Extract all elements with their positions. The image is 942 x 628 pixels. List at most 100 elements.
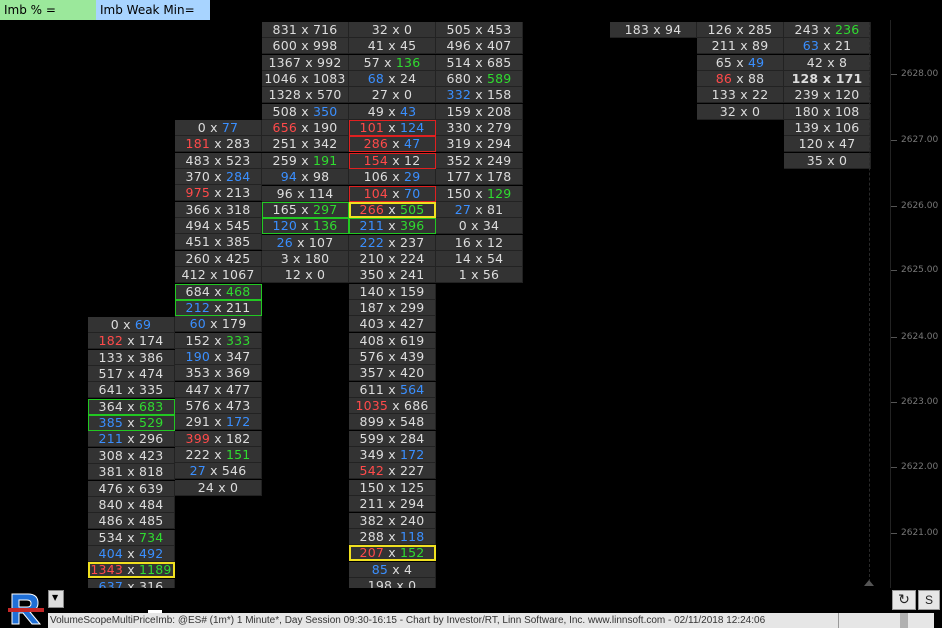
footprint-cell: 85 x 4: [349, 561, 436, 578]
bid-volume: 1: [458, 267, 467, 283]
bid-volume: 165: [272, 201, 298, 217]
bid-volume: 32: [371, 22, 389, 37]
footprint-cell: 181 x 283: [175, 136, 262, 153]
ask-volume: 190: [312, 120, 338, 136]
bid-volume: 370: [185, 169, 211, 185]
separator-x: x: [471, 38, 487, 54]
bid-volume: 349: [359, 447, 385, 463]
separator-x: x: [384, 414, 400, 430]
horizontal-scrollbar[interactable]: [838, 613, 934, 628]
bid-volume: 385: [98, 415, 124, 431]
separator-x: x: [471, 234, 487, 250]
chart-dropdown-button[interactable]: [48, 590, 64, 608]
bid-volume: 611: [359, 381, 385, 397]
ask-volume: 818: [138, 464, 164, 480]
bid-volume: 182: [98, 333, 124, 349]
separator-x: x: [384, 283, 400, 299]
ask-volume: 22: [752, 87, 769, 103]
separator-x: x: [471, 54, 487, 70]
bid-volume: 1035: [355, 398, 389, 414]
bid-volume: 96: [276, 185, 293, 201]
footprint-cell: 447 x 477: [175, 381, 262, 398]
bid-volume: 60: [189, 316, 206, 332]
bid-volume: 403: [359, 316, 385, 332]
footprint-cell: 332 x 158: [436, 87, 523, 104]
bid-volume: 534: [98, 529, 124, 545]
bid-volume: 57: [363, 54, 380, 70]
footprint-cell: 65 x 49: [697, 54, 784, 71]
bid-volume: 85: [371, 561, 389, 577]
imb-weak-min-label: Imb Weak Min= 25: [96, 0, 210, 37]
footprint-cell: 266 x 505: [349, 201, 436, 218]
s-button[interactable]: S: [918, 590, 940, 610]
footprint-cell: 291 x 172: [175, 414, 262, 431]
ask-volume: 237: [399, 234, 425, 250]
price-tick: [891, 206, 897, 207]
ask-volume: 477: [225, 381, 251, 397]
separator-x: x: [292, 234, 309, 250]
ask-volume: 0: [230, 479, 239, 495]
footprint-cell: 385 x 529: [88, 415, 175, 432]
bid-volume: 259: [272, 152, 298, 168]
bid-volume: 177: [446, 169, 472, 185]
ask-volume: 236: [834, 22, 860, 37]
separator-x: x: [210, 136, 226, 152]
bid-volume: 222: [185, 447, 211, 462]
footprint-cell: 1035 x 686: [349, 398, 436, 415]
footprint-cell: 308 x 423: [88, 447, 175, 464]
footprint-cell: 126 x 285: [697, 22, 784, 38]
ask-volume: 88: [747, 71, 765, 87]
separator-x: x: [384, 479, 400, 495]
refresh-icon[interactable]: ↻: [892, 590, 916, 610]
footprint-cell: 182 x 174: [88, 333, 175, 350]
ask-volume: 70: [404, 185, 421, 201]
ask-volume: 178: [486, 169, 512, 185]
footprint-cell: 408 x 619: [349, 332, 436, 349]
ask-volume: 686: [404, 398, 429, 414]
bid-volume: 211: [359, 218, 385, 234]
separator-x: x: [205, 267, 222, 283]
footprint-cell: 0 x 69: [88, 317, 175, 333]
footprint-cell: 150 x 129: [436, 185, 523, 202]
bid-volume: 183: [624, 22, 650, 37]
footprint-cell: 120 x 47: [784, 136, 871, 153]
bid-volume: 451: [185, 234, 211, 250]
bid-volume: 486: [98, 513, 124, 529]
bid-volume: 27: [454, 201, 472, 217]
separator-x: x: [210, 283, 226, 299]
ask-volume: 34: [482, 218, 500, 234]
bid-volume: 496: [446, 38, 472, 54]
ask-volume: 386: [138, 349, 164, 365]
footprint-cell: 1343 x 1189: [88, 562, 175, 579]
ask-volume: 179: [221, 316, 247, 332]
ask-volume: 369: [225, 365, 251, 381]
footprint-cell: 534 x 734: [88, 529, 175, 546]
separator-x: x: [736, 103, 753, 119]
separator-x: x: [379, 54, 396, 70]
separator-x: x: [732, 71, 748, 87]
footprint-cell: 680 x 589: [436, 71, 523, 88]
ask-volume: 716: [312, 22, 338, 37]
footprint-cell: 656 x 190: [262, 120, 349, 137]
footprint-cell: 641 x 335: [88, 382, 175, 399]
ask-volume: 249: [486, 152, 512, 168]
separator-x: x: [297, 152, 313, 168]
ask-volume: 172: [399, 447, 425, 463]
scroll-marker-icon[interactable]: [864, 580, 874, 586]
scrollbar-thumb[interactable]: [900, 613, 908, 628]
footprint-cell: 68 x 24: [349, 71, 436, 88]
bid-volume: 899: [359, 414, 385, 430]
bid-volume: 975: [185, 185, 211, 201]
separator-x: x: [471, 22, 487, 37]
separator-x: x: [732, 54, 748, 70]
bid-volume: 319: [446, 136, 472, 152]
separator-x: x: [819, 22, 835, 37]
ask-volume: 296: [138, 431, 164, 447]
footprint-cell: 243 x 236: [784, 22, 871, 38]
footprint-cell: 684 x 468: [175, 283, 262, 300]
footprint-cell: 101 x 124: [349, 120, 436, 137]
footprint-cell: 42 x 8: [784, 54, 871, 71]
separator-x: x: [210, 414, 226, 430]
bid-volume: 680: [446, 71, 472, 87]
footprint-cell: 403 x 427: [349, 316, 436, 333]
